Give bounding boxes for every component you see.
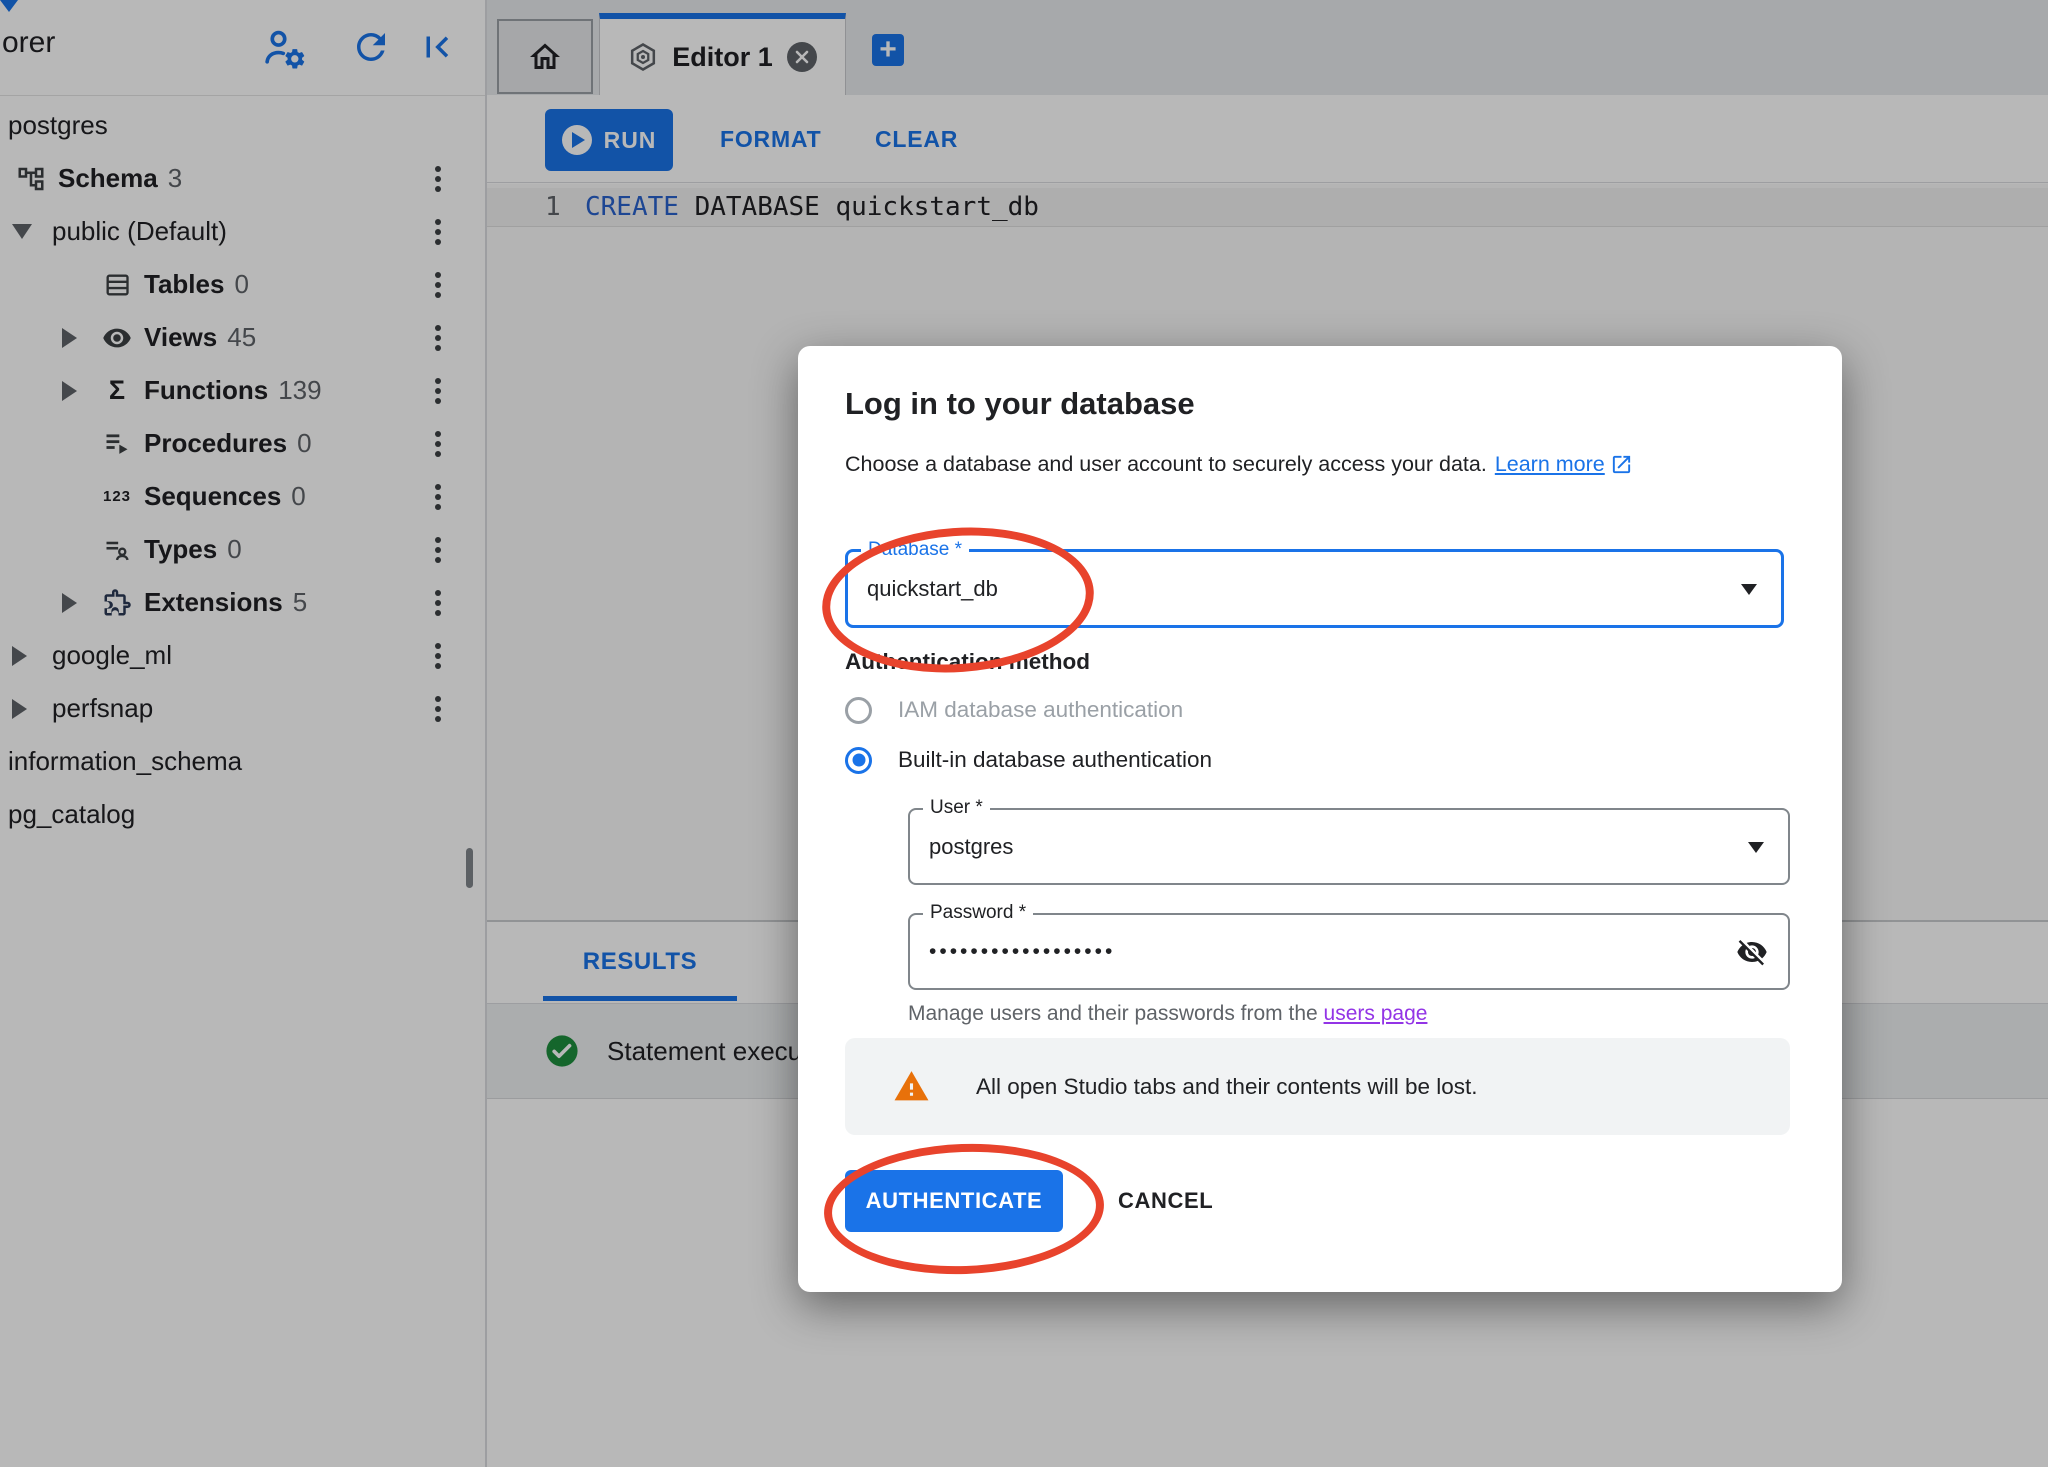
radio-label: IAM database authentication bbox=[898, 697, 1183, 723]
user-select[interactable]: User * postgres bbox=[908, 808, 1790, 885]
password-value: •••••••••••••••••• bbox=[929, 940, 1115, 964]
warning-banner: All open Studio tabs and their contents … bbox=[845, 1038, 1790, 1135]
password-label: Password * bbox=[923, 902, 1033, 924]
user-value: postgres bbox=[929, 834, 1013, 860]
cancel-button[interactable]: CANCEL bbox=[1094, 1170, 1237, 1232]
users-page-link[interactable]: users page bbox=[1324, 1002, 1428, 1025]
dialog-title: Log in to your database bbox=[845, 386, 1195, 422]
external-link-icon bbox=[1610, 453, 1633, 476]
helper-prefix: Manage users and their passwords from th… bbox=[908, 1002, 1324, 1025]
radio-label: Built-in database authentication bbox=[898, 747, 1212, 773]
password-input[interactable]: Password * •••••••••••••••••• bbox=[908, 913, 1790, 990]
radio-builtin-auth[interactable]: Built-in database authentication bbox=[845, 738, 1212, 782]
password-helper-text: Manage users and their passwords from th… bbox=[908, 1002, 1427, 1026]
warning-text: All open Studio tabs and their contents … bbox=[976, 1074, 1478, 1100]
warning-icon bbox=[893, 1068, 930, 1105]
visibility-off-icon[interactable] bbox=[1736, 936, 1768, 968]
dropdown-arrow-icon[interactable] bbox=[1748, 842, 1764, 853]
learn-more-link[interactable]: Learn more bbox=[1495, 452, 1605, 477]
radio-selected-icon[interactable] bbox=[845, 747, 872, 774]
dialog-subtitle: Choose a database and user account to se… bbox=[845, 452, 1633, 477]
radio-iam-auth[interactable]: IAM database authentication bbox=[845, 688, 1183, 732]
dropdown-arrow-icon[interactable] bbox=[1741, 584, 1757, 595]
radio-unselected-icon[interactable] bbox=[845, 697, 872, 724]
subtitle-text: Choose a database and user account to se… bbox=[845, 452, 1487, 477]
user-label: User * bbox=[923, 797, 990, 819]
